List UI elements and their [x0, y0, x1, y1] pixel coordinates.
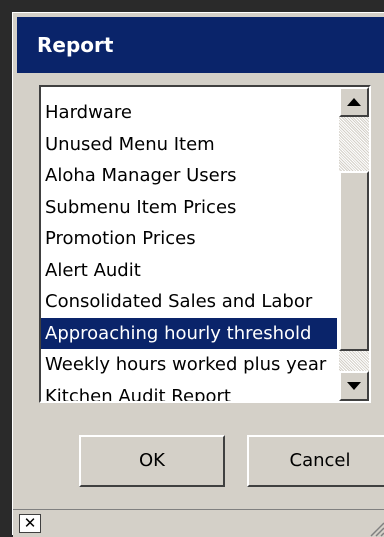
arrow-down-icon	[347, 382, 361, 390]
ok-button[interactable]: OK	[79, 435, 225, 487]
list-item[interactable]: Kitchen Audit Report	[41, 381, 337, 402]
close-icon[interactable]: ✕	[19, 514, 41, 533]
scroll-up-button[interactable]	[339, 87, 369, 117]
list-item[interactable]: Promotion Prices	[41, 223, 337, 255]
title-bar[interactable]: Report	[17, 17, 384, 73]
list-item-selected[interactable]: Approaching hourly threshold	[41, 317, 337, 349]
list-item[interactable]: Submenu Item Prices	[41, 192, 337, 224]
status-bar: ✕	[13, 509, 384, 537]
list-item[interactable]: Weekly hours worked plus year	[41, 349, 337, 381]
list-item[interactable]: Consolidated Sales and Labor	[41, 286, 337, 318]
list-item[interactable]: Aloha Manager Users	[41, 160, 337, 192]
scrollbar-thumb[interactable]	[339, 171, 369, 351]
report-list-items: Hardware Unused Menu Item Aloha Manager …	[41, 97, 337, 402]
scroll-down-button[interactable]	[339, 371, 369, 401]
window-title: Report	[37, 33, 114, 57]
cancel-button[interactable]: Cancel	[247, 435, 384, 487]
list-item[interactable]: Unused Menu Item	[41, 129, 337, 161]
resize-grip-icon[interactable]	[367, 519, 384, 537]
arrow-up-icon	[347, 98, 361, 106]
vertical-scrollbar[interactable]	[339, 87, 369, 401]
report-dialog: Report Hardware Unused Menu Item Aloha M…	[12, 12, 384, 537]
report-listbox[interactable]: Hardware Unused Menu Item Aloha Manager …	[39, 85, 371, 403]
list-item[interactable]: Hardware	[41, 97, 337, 129]
list-item[interactable]: Alert Audit	[41, 255, 337, 287]
